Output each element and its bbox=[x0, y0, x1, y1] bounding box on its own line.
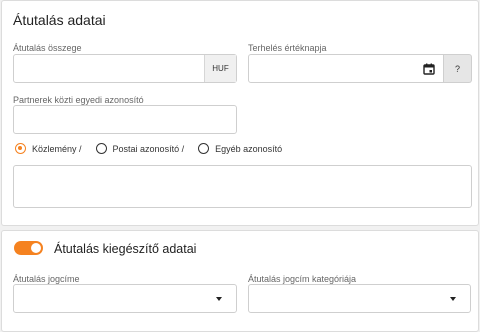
transfer-title-select[interactable] bbox=[13, 284, 237, 313]
calendar-icon[interactable] bbox=[423, 62, 435, 80]
supplementary-toggle[interactable] bbox=[14, 241, 43, 255]
radio-egyeb-azonosito[interactable]: Egyéb azonosító bbox=[198, 143, 282, 154]
radio-postai-azonosito[interactable]: Postai azonosító / bbox=[95, 143, 185, 154]
radio-label: Közlemény / bbox=[32, 143, 82, 154]
radio-label: Postai azonosító / bbox=[112, 143, 185, 154]
supplementary-title: Átutalás kiegészítő adatai bbox=[54, 242, 197, 256]
partner-id-field[interactable] bbox=[13, 105, 237, 134]
value-date-label: Terhelés értéknapja bbox=[248, 43, 327, 53]
amount-label: Átutalás összege bbox=[13, 43, 82, 53]
chevron-down-icon bbox=[216, 297, 222, 301]
radio-unselected-icon bbox=[95, 143, 107, 154]
reference-type-group: Közlemény / Postai azonosító / Egyéb azo… bbox=[15, 143, 296, 154]
transfer-category-select[interactable] bbox=[248, 284, 471, 313]
radio-kozlemeny[interactable]: Közlemény / bbox=[15, 143, 82, 154]
radio-label: Egyéb azonosító bbox=[215, 143, 283, 154]
transfer-details-card: Átutalás adatai Átutalás összege HUF Ter… bbox=[1, 0, 479, 226]
radio-unselected-icon bbox=[198, 143, 210, 154]
chevron-down-icon bbox=[450, 297, 456, 301]
supplementary-card: Átutalás kiegészítő adatai Átutalás jogc… bbox=[1, 230, 479, 332]
transfer-category-label: Átutalás jogcím kategóriája bbox=[248, 274, 357, 284]
currency-suffix: HUF bbox=[204, 55, 236, 82]
value-date-field[interactable] bbox=[248, 54, 444, 83]
help-button[interactable]: ? bbox=[444, 54, 472, 83]
section-title: Átutalás adatai bbox=[13, 12, 106, 28]
partner-id-label: Partnerek közti egyedi azonosító bbox=[13, 95, 144, 105]
toggle-knob bbox=[31, 243, 41, 253]
transfer-title-label: Átutalás jogcíme bbox=[13, 274, 80, 284]
radio-selected-icon bbox=[15, 143, 26, 154]
amount-field[interactable]: HUF bbox=[13, 54, 237, 83]
message-textarea[interactable] bbox=[13, 165, 472, 208]
